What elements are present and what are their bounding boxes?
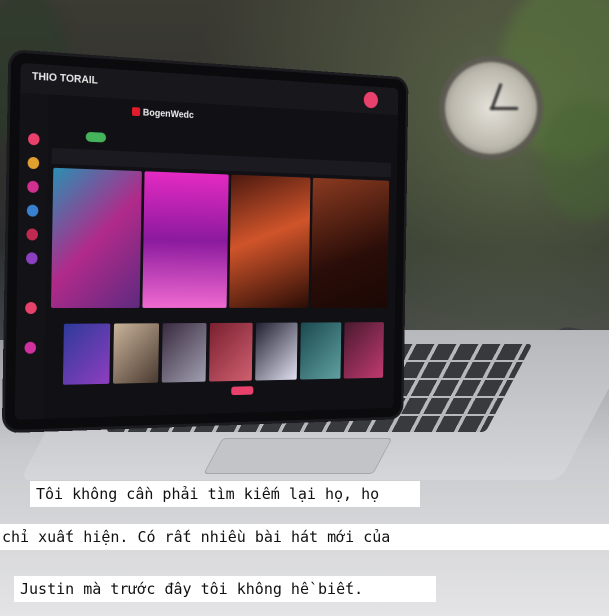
sidebar-icon <box>25 302 37 314</box>
album-cover <box>228 174 311 308</box>
recommended-row <box>62 322 384 385</box>
sidebar-icon <box>27 156 40 170</box>
record-icon <box>363 91 379 109</box>
brand-text: BogenWedc <box>142 107 194 122</box>
brand-title: BogenWedc <box>131 107 194 122</box>
clock-hand <box>490 107 518 110</box>
album-cover <box>255 322 298 381</box>
album-cover <box>161 323 207 383</box>
sidebar-icon <box>27 132 40 146</box>
laptop-lid: THIO TORAIL BogenWedc <box>4 52 407 431</box>
album-cover <box>62 323 111 385</box>
sidebar-icon <box>24 341 37 354</box>
app-sidebar <box>14 92 49 420</box>
laptop-trackpad <box>203 438 393 474</box>
album-cover <box>112 323 160 384</box>
app-logo: THIO TORAIL <box>31 70 98 87</box>
sidebar-icon <box>25 252 38 265</box>
laptop-screen: THIO TORAIL BogenWedc <box>14 62 399 420</box>
album-cover <box>311 177 390 308</box>
sidebar-icon <box>27 180 39 193</box>
wall-clock <box>445 62 537 154</box>
sidebar-icon <box>26 228 39 241</box>
photo-scene: THIO TORAIL BogenWedc Tôi không cần phải… <box>0 0 609 616</box>
caption-line-2: chỉ xuất hiện. Có rất nhiều bài hát mới … <box>0 524 609 550</box>
caption-line-3: Justin mà trước đây tôi không hề biết. <box>14 576 436 602</box>
album-cover <box>142 171 229 308</box>
app-topbar: THIO TORAIL <box>20 62 399 116</box>
featured-row <box>50 167 390 308</box>
album-cover <box>209 322 253 382</box>
album-cover <box>299 322 342 380</box>
toggle-switch <box>85 131 107 143</box>
caption-line-1: Tôi không cần phải tìm kiếm lại họ, họ <box>30 481 420 507</box>
album-cover <box>343 322 384 379</box>
play-button <box>231 386 254 396</box>
sidebar-icon <box>26 204 39 217</box>
brand-logo-icon <box>131 107 141 117</box>
album-cover <box>50 167 142 308</box>
